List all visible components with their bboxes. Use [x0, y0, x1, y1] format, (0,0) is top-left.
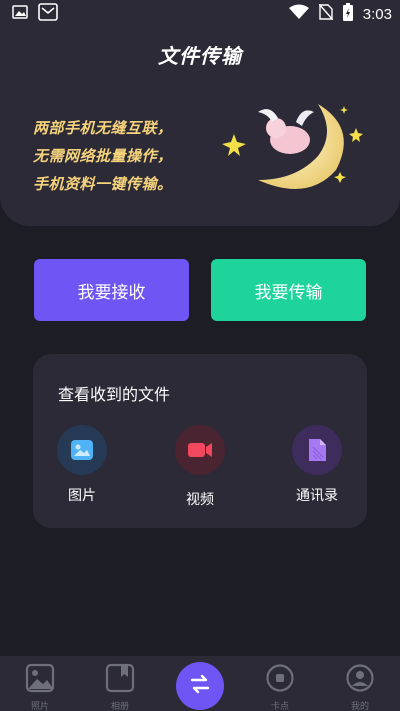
image-icon	[57, 425, 107, 475]
status-time: 3:03	[362, 5, 392, 23]
nav-label: 相册	[110, 702, 129, 711]
video-camera-icon	[175, 425, 225, 475]
slogan-line: 两部手机无缝互联，	[33, 119, 173, 137]
transfer-button-label: 我要传输	[254, 282, 323, 303]
received-files-card: 查看收到的文件 图片 视频 通讯录	[33, 354, 367, 528]
battery-charging-icon	[342, 3, 353, 25]
record-icon	[265, 663, 295, 697]
nav-label: 我的	[350, 702, 369, 711]
no-sim-icon	[318, 3, 334, 24]
category-photos[interactable]: 图片	[42, 425, 122, 505]
slogan-line: 手机资料一键传输。	[33, 175, 173, 193]
slogan-line: 无需网络批量操作，	[33, 147, 173, 165]
page-title: 文件传输	[158, 44, 242, 68]
moon-pig-illustration	[218, 98, 368, 198]
nav-item-photos[interactable]: 照片	[0, 656, 80, 711]
nav-item-album[interactable]: 相册	[80, 656, 160, 711]
receive-button[interactable]: 我要接收	[34, 259, 189, 321]
nav-label: 卡点	[270, 702, 289, 711]
mail-icon	[38, 3, 58, 25]
status-bar: 3:03	[0, 0, 400, 28]
profile-icon	[345, 663, 375, 697]
category-label: 视频	[186, 492, 214, 508]
receive-button-label: 我要接收	[77, 282, 146, 303]
category-label: 图片	[68, 488, 96, 504]
transfer-arrows-icon	[189, 673, 211, 699]
wifi-icon	[288, 4, 309, 24]
image-icon	[12, 4, 28, 24]
category-videos[interactable]: 视频	[160, 425, 240, 509]
nav-item-profile[interactable]: 我的	[320, 656, 400, 711]
category-label: 通讯录	[296, 488, 338, 504]
nav-label: 照片	[30, 702, 49, 711]
received-files-title: 查看收到的文件	[58, 385, 171, 404]
album-icon	[105, 663, 135, 697]
contacts-file-icon	[292, 425, 342, 475]
category-contacts[interactable]: 通讯录	[277, 425, 357, 505]
photo-icon	[25, 663, 55, 697]
nav-item-sync[interactable]: 卡点	[240, 656, 320, 711]
slogan: 两部手机无缝互联， 无需网络批量操作， 手机资料一键传输。	[33, 114, 173, 198]
transfer-button[interactable]: 我要传输	[211, 259, 366, 321]
nav-item-transfer[interactable]	[176, 662, 224, 710]
